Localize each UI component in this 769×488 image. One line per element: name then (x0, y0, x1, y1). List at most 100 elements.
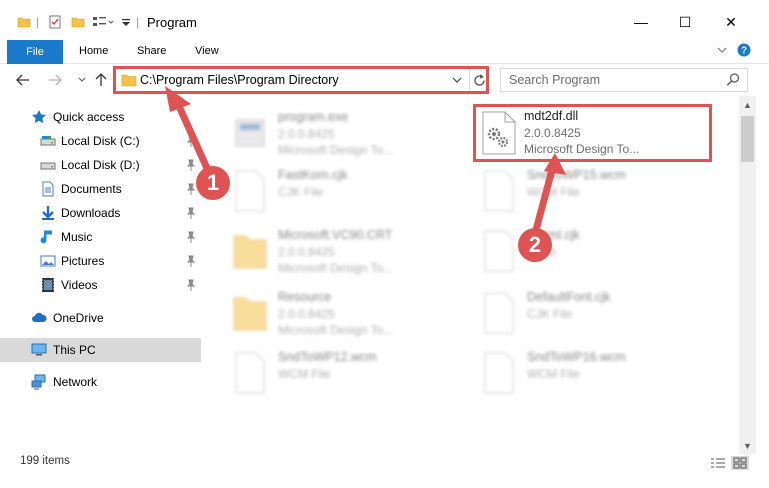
sidebar-item-network[interactable]: Network (0, 370, 201, 394)
sidebar-item-local-disk-c[interactable]: Local Disk (C:) (0, 129, 201, 153)
separator: | (36, 15, 40, 29)
file-type: CJK File (527, 307, 573, 321)
file-item[interactable]: Resource 2.0.0.8425 Microsoft Design To.… (230, 286, 465, 340)
maximize-button[interactable]: ☐ (663, 8, 707, 36)
minimize-button[interactable]: — (619, 8, 663, 36)
file-icon (484, 352, 514, 394)
pictures-icon (40, 255, 56, 267)
up-arrow-icon[interactable] (92, 70, 110, 90)
pin-icon[interactable] (186, 279, 196, 291)
pin-icon[interactable] (186, 231, 196, 243)
file-item[interactable]: DefaultFont.cjk CJK File (479, 286, 714, 340)
recent-locations-icon[interactable] (73, 70, 91, 90)
file-highlight (473, 104, 712, 162)
search-input[interactable] (509, 72, 719, 88)
exe-icon (235, 119, 265, 147)
file-description: Microsoft Design To... (278, 261, 394, 275)
computer-icon (31, 343, 47, 356)
file-version: 2.0.0.8425 (278, 307, 335, 321)
file-icon (235, 170, 265, 212)
file-type: WCM File (278, 367, 331, 381)
chevron-down-icon[interactable] (716, 43, 728, 60)
file-item[interactable]: SndToWP12.wcm WCM File (230, 346, 465, 400)
file-icon (235, 352, 265, 394)
customize-toolbar-icon[interactable] (121, 13, 131, 31)
pin-icon[interactable] (186, 159, 196, 171)
drive-icon (40, 136, 56, 146)
forward-arrow-icon[interactable] (46, 70, 64, 90)
sidebar-item-documents[interactable]: Documents (0, 177, 201, 201)
file-type: WCM File (527, 185, 580, 199)
sidebar-item-label: Quick access (53, 110, 125, 124)
file-name: SndToWP16.wcm (527, 350, 626, 364)
search-icon[interactable] (725, 72, 741, 88)
tab-share[interactable]: Share (137, 45, 166, 57)
network-icon (31, 374, 46, 390)
sidebar-item-label: Documents (61, 182, 122, 196)
separator: | (136, 15, 140, 29)
pin-icon[interactable] (186, 207, 196, 219)
sidebar-item-label: Local Disk (C:) (61, 134, 140, 148)
tab-file[interactable]: File (7, 40, 63, 64)
pin-icon[interactable] (186, 255, 196, 267)
drive-icon (40, 162, 56, 170)
sidebar-item-pictures[interactable]: Pictures (0, 249, 201, 273)
sidebar-item-label: OneDrive (53, 311, 104, 325)
sidebar-item-label: Music (61, 230, 93, 244)
cloud-icon (32, 312, 47, 322)
sidebar-item-videos[interactable]: Videos (0, 273, 201, 297)
folder-icon (233, 297, 267, 331)
view-options-icon[interactable] (92, 13, 114, 31)
step-2-badge: 2 (518, 228, 552, 262)
back-arrow-icon[interactable] (14, 70, 32, 90)
folder-icon (17, 13, 31, 31)
scroll-up-icon[interactable]: ▲ (739, 96, 756, 113)
new-folder-icon[interactable] (71, 13, 85, 31)
sidebar-item-this-pc[interactable]: This PC (0, 338, 201, 362)
ribbon-tabs: File Home Share View ? (0, 40, 769, 64)
tab-view[interactable]: View (195, 45, 219, 57)
navigation-pane: Quick access Local Disk (C:) Local Disk … (0, 100, 205, 450)
file-name: FastKorn.cjk (278, 168, 348, 182)
file-version: 2.0.0.8425 (278, 127, 335, 141)
file-item[interactable]: ...html.cjk ...File (479, 224, 714, 278)
sidebar-item-quick-access[interactable]: Quick access (0, 105, 201, 129)
svg-text:?: ? (741, 46, 747, 57)
sidebar-item-local-disk-d[interactable]: Local Disk (D:) (0, 153, 201, 177)
sidebar-item-label: Local Disk (D:) (61, 158, 140, 172)
vertical-scrollbar[interactable]: ▲ ▼ (739, 96, 756, 454)
file-item[interactable]: program.exe 2.0.0.8425 Microsoft Design … (230, 106, 465, 160)
search-box[interactable] (500, 68, 748, 92)
sidebar-item-label: Network (53, 375, 98, 389)
title-bar: | | Program — ☐ ✕ (0, 0, 769, 40)
file-version: 2.0.0.8425 (278, 245, 335, 259)
file-item[interactable]: FastKorn.cjk CJK File (230, 164, 465, 218)
file-type: CJK File (278, 185, 324, 199)
close-button[interactable]: ✕ (709, 8, 753, 36)
sidebar-item-downloads[interactable]: Downloads (0, 201, 201, 225)
folder-icon (233, 235, 267, 269)
file-icon (484, 292, 514, 334)
music-icon (40, 230, 52, 244)
file-item[interactable]: SndToWP16.wcm WCM File (479, 346, 714, 400)
status-bar: 199 items (0, 454, 769, 488)
file-name: Resource (278, 290, 332, 304)
scroll-down-icon[interactable]: ▼ (739, 437, 756, 454)
sidebar-item-label: Pictures (61, 254, 105, 268)
properties-icon[interactable] (48, 13, 62, 31)
sidebar-item-music[interactable]: Music (0, 225, 201, 249)
sidebar-item-label: This PC (53, 343, 96, 357)
file-icon (484, 170, 514, 212)
pin-icon[interactable] (186, 135, 196, 147)
documents-icon (42, 181, 54, 197)
help-icon[interactable]: ? (737, 43, 751, 60)
details-view-icon[interactable] (709, 456, 727, 470)
pin-icon[interactable] (186, 183, 196, 195)
file-name: DefaultFont.cjk (527, 290, 611, 304)
file-item[interactable]: Microsoft.VC90.CRT 2.0.0.8425 Microsoft … (230, 224, 465, 278)
sidebar-item-onedrive[interactable]: OneDrive (0, 306, 201, 330)
tab-home[interactable]: Home (79, 45, 108, 57)
file-item[interactable]: SndToWP15.wcm WCM File (479, 164, 714, 218)
large-icons-view-icon[interactable] (731, 456, 749, 470)
scroll-thumb[interactable] (741, 116, 754, 162)
